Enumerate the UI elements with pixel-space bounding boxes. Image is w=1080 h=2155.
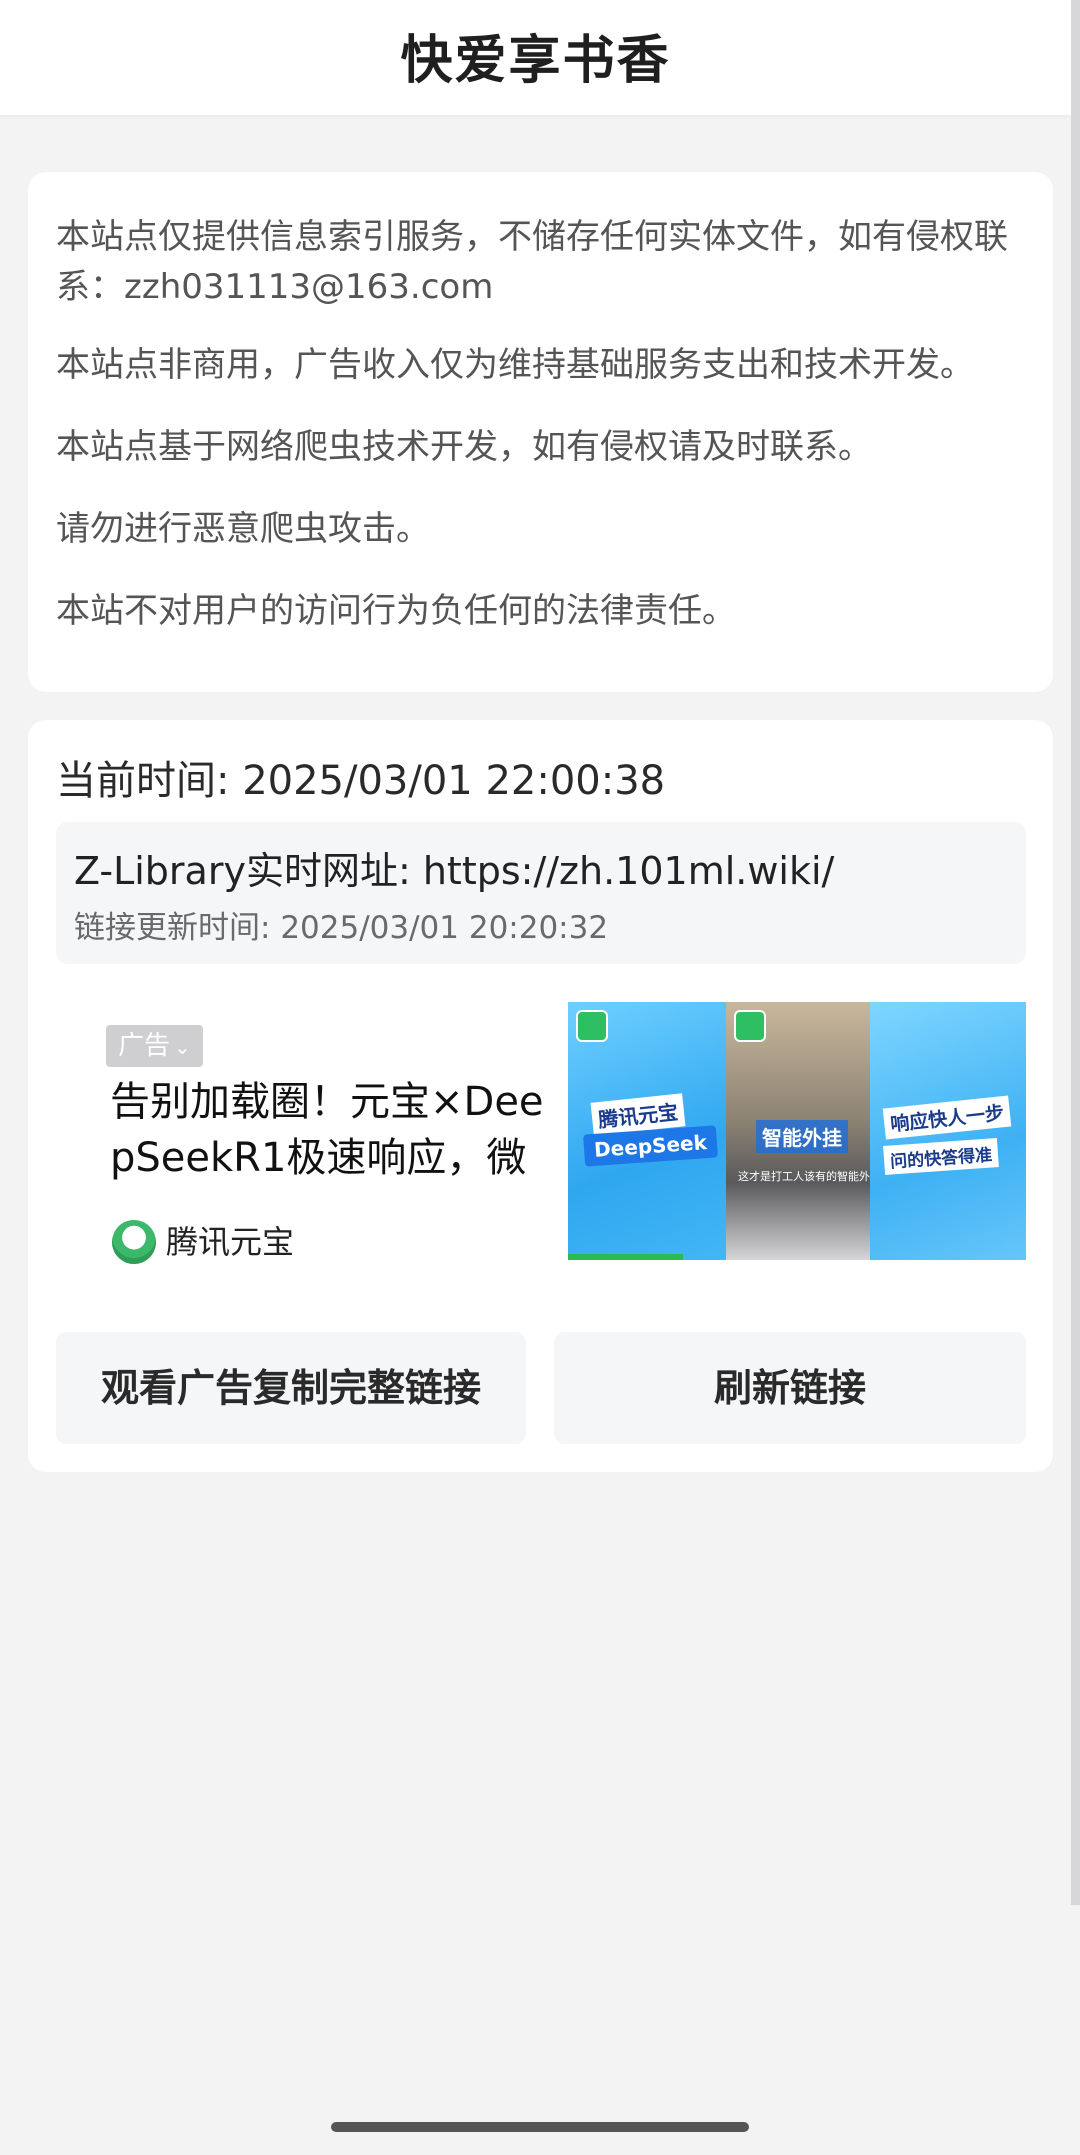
current-time-label: 当前时间:	[56, 758, 243, 804]
refresh-link-button[interactable]: 刷新链接	[554, 1332, 1026, 1444]
ad-badge[interactable]: 广告 ⌄	[106, 1025, 203, 1067]
zlibrary-url-label: Z-Library实时网址:	[74, 849, 423, 893]
notice-line-crawler: 本站点基于网络爬虫技术开发，如有侵权请及时联系。	[56, 427, 872, 467]
watch-ad-copy-link-button[interactable]: 观看广告复制完整链接	[56, 1332, 526, 1444]
page-title: 快爱享书香	[400, 31, 671, 91]
ad-badge-label: 广告	[118, 1031, 171, 1061]
ad-image-panel-2: 智能外挂 这才是打工人该有的智能外挂	[726, 1002, 881, 1260]
notice-line-contact: 本站点仅提供信息索引服务，不储存任何实体文件，如有侵权联系：zzh031113@…	[56, 217, 1008, 307]
zlibrary-url[interactable]: https://zh.101ml.wiki/	[423, 849, 835, 893]
link-update-time: 链接更新时间: 2025/03/01 20:20:32	[74, 902, 608, 947]
chevron-down-icon: ⌄	[174, 1035, 191, 1059]
advertiser-logo-icon	[112, 1220, 156, 1264]
zlibrary-link-box: Z-Library实时网址: https://zh.101ml.wiki/ 链接…	[56, 822, 1026, 964]
scrollbar[interactable]	[1071, 0, 1080, 1905]
ad-image-tag: 响应快人一步	[882, 1095, 1012, 1140]
link-update-value: 2025/03/01 20:20:32	[280, 910, 609, 946]
ad-image-caption: 问的快答得准	[883, 1138, 999, 1175]
ad-image-panel-1: 腾讯元宝 DeepSeek	[568, 1002, 726, 1260]
ad-banner[interactable]: 广告 ⌄ 告别加载圈！元宝×DeepSeekR1极速响应，微 腾讯元宝 腾讯元宝 …	[56, 992, 1026, 1292]
ad-image-panel-3: 响应快人一步 问的快答得准	[870, 1002, 1026, 1260]
current-time: 当前时间: 2025/03/01 22:00:38	[56, 748, 665, 806]
app-logo-icon	[576, 1010, 608, 1042]
ad-progress-bar	[568, 1254, 683, 1260]
app-header: 快爱享书香	[0, 0, 1071, 115]
link-update-label: 链接更新时间:	[74, 910, 281, 946]
notice-card: 本站点仅提供信息索引服务，不储存任何实体文件，如有侵权联系：zzh031113@…	[28, 172, 1053, 692]
app-logo-icon	[734, 1010, 766, 1042]
ad-image-tag: 智能外挂	[756, 1120, 848, 1153]
zlibrary-url-row: Z-Library实时网址: https://zh.101ml.wiki/	[74, 840, 834, 895]
ad-title[interactable]: 告别加载圈！元宝×DeepSeekR1极速响应，微	[110, 1074, 550, 1186]
link-card: 当前时间: 2025/03/01 22:00:38 Z-Library实时网址:…	[28, 720, 1053, 1472]
advertiser-name: 腾讯元宝	[166, 1223, 295, 1261]
ad-image[interactable]: 腾讯元宝 DeepSeek 智能外挂 这才是打工人该有的智能外挂 响应快人一步 …	[568, 1002, 1026, 1260]
notice-line-no-attack: 请勿进行恶意爬虫攻击。	[56, 509, 430, 549]
ad-image-caption: 这才是打工人该有的智能外挂	[738, 1170, 881, 1183]
notice-line-disclaimer: 本站不对用户的访问行为负任何的法律责任。	[56, 591, 736, 631]
current-time-value: 2025/03/01 22:00:38	[242, 758, 666, 804]
home-indicator[interactable]	[331, 2122, 749, 2132]
notice-line-noncommercial: 本站点非商用，广告收入仅为维持基础服务支出和技术开发。	[56, 345, 974, 385]
